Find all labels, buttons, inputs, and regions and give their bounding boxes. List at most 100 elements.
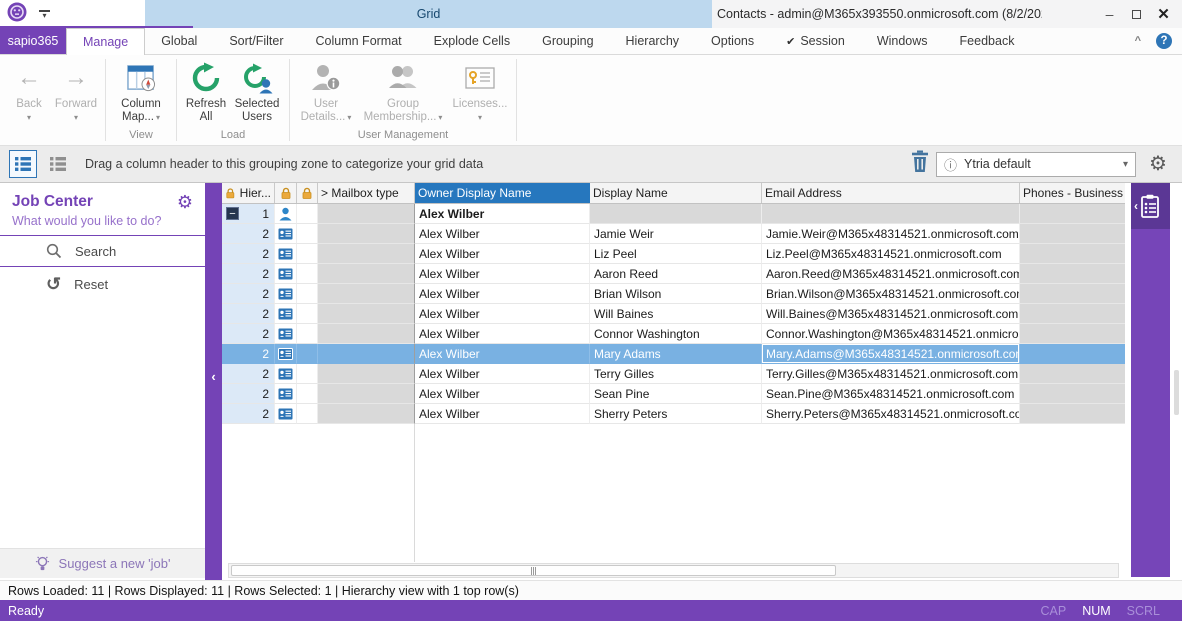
ribbon-separator [176, 59, 177, 141]
column-header-mailbox-type[interactable]: > Mailbox type [318, 183, 415, 203]
close-button[interactable]: ✕ [1150, 0, 1177, 28]
ribbon-collapse-icon[interactable]: ^ [1135, 35, 1141, 47]
grid-row[interactable]: 2 Alex Wilber Connor Washington Connor.W… [222, 324, 1125, 344]
row-email: Sean.Pine@M365x48314521.onmicrosoft.com [762, 384, 1020, 404]
column-header-display-name[interactable]: Display Name [590, 183, 762, 203]
grid-row[interactable]: 2 Alex Wilber Mary Adams Mary.Adams@M365… [222, 344, 1125, 364]
selected-users-label-1: Selected [235, 98, 280, 111]
tab-session[interactable]: ✔Session [770, 28, 861, 54]
grid-row[interactable]: 2 Alex Wilber Terry Gilles Terry.Gilles@… [222, 364, 1125, 384]
tab-sapio365[interactable]: sapio365 [0, 28, 66, 54]
job-center-collapse-strip[interactable]: ‹ [205, 183, 222, 580]
column-header-locked-2[interactable] [297, 183, 318, 203]
grid-row[interactable]: 2 Alex Wilber Aaron Reed Aaron.Reed@M365… [222, 264, 1125, 284]
grid-group-row[interactable]: − 1 Alex Wilber [222, 204, 1125, 224]
tab-label: Grouping [542, 34, 593, 48]
lock-icon [225, 187, 236, 200]
row-display: Mary Adams [590, 344, 762, 364]
selected-users-label-2: Users [242, 111, 272, 124]
reset-icon: ↺ [46, 275, 61, 293]
licenses-label: Licenses... [453, 98, 508, 111]
contact-card-icon [278, 288, 293, 300]
tab-label: Manage [83, 35, 128, 49]
ribbon-group-label-user-management: User Management [295, 126, 511, 145]
column-map-button[interactable]: Column Map...▾ [111, 56, 171, 124]
job-center-search[interactable]: Search [0, 236, 205, 266]
grid-header-row: Hier... > Mailbox type Owner Display Nam… [222, 183, 1125, 204]
job-center-reset[interactable]: ↺ Reset [0, 267, 205, 301]
grid-settings-button[interactable]: ⚙ [1143, 150, 1173, 178]
right-panel-header[interactable]: ‹ [1131, 183, 1170, 229]
tab-sort-filter[interactable]: Sort/Filter [213, 28, 299, 54]
maximize-button[interactable] [1123, 0, 1150, 28]
tab-hierarchy[interactable]: Hierarchy [610, 28, 696, 54]
row-display: Jamie Weir [590, 224, 762, 244]
contact-card-icon [278, 248, 293, 260]
user-details-button[interactable]: User Details...▾ [295, 56, 357, 124]
tab-grouping[interactable]: Grouping [526, 28, 609, 54]
back-button[interactable]: ← Back ▾ [6, 56, 52, 122]
tab-windows[interactable]: Windows [861, 28, 944, 54]
refresh-all-button[interactable]: Refresh All [182, 56, 230, 124]
row-owner: Alex Wilber [415, 404, 590, 424]
row-level: 2 [262, 327, 269, 341]
group-membership-label-2: Membership...▾ [364, 111, 443, 124]
refresh-all-label-1: Refresh [186, 98, 226, 111]
job-center-gear-icon[interactable]: ⚙ [177, 193, 193, 211]
chevron-down-icon: ▾ [1123, 159, 1128, 170]
ribbon-separator [516, 59, 517, 141]
quick-access-dropdown-icon[interactable] [39, 10, 50, 19]
suggest-job-button[interactable]: Suggest a new 'job' [0, 548, 205, 578]
column-header-email-address[interactable]: Email Address [762, 183, 1020, 203]
grid-preset-value: Ytria default [964, 157, 1031, 171]
selected-users-button[interactable]: Selected Users [230, 56, 284, 124]
hierarchy-view-toggle[interactable] [9, 150, 37, 178]
grid-row[interactable]: 2 Alex Wilber Liz Peel Liz.Peel@M365x483… [222, 244, 1125, 264]
collapse-row-icon[interactable]: − [226, 207, 239, 220]
minimize-button[interactable]: – [1096, 0, 1123, 28]
dropdown-arrow-icon: ▾ [438, 113, 442, 122]
horizontal-scrollbar-thumb[interactable] [231, 565, 836, 576]
contact-card-icon [278, 348, 293, 360]
grid-row[interactable]: 2 Alex Wilber Jamie Weir Jamie.Weir@M365… [222, 224, 1125, 244]
row-owner: Alex Wilber [415, 224, 590, 244]
title-bar: Grid Contacts - admin@M365x393550.onmicr… [0, 0, 1182, 28]
help-icon[interactable]: ? [1156, 33, 1172, 49]
ribbon-group-user-management: User Details...▾ Group Membership...▾ Li… [293, 55, 513, 145]
tab-label: Column Format [316, 34, 402, 48]
column-header-owner-display-name[interactable]: Owner Display Name [415, 183, 590, 203]
app-logo-icon[interactable] [7, 2, 27, 27]
group-membership-button[interactable]: Group Membership...▾ [357, 56, 449, 124]
dropdown-arrow-icon: ▾ [74, 113, 78, 122]
grid-row[interactable]: 2 Alex Wilber Sean Pine Sean.Pine@M365x4… [222, 384, 1125, 404]
tab-column-format[interactable]: Column Format [300, 28, 418, 54]
contact-card-icon [278, 268, 293, 280]
delete-preset-button[interactable] [911, 150, 929, 178]
horizontal-scrollbar[interactable] [228, 563, 1119, 578]
tab-feedback[interactable]: Feedback [944, 28, 1031, 54]
bottom-status-bar: Ready CAP NUM SCRL [0, 600, 1182, 621]
forward-button[interactable]: → Forward ▾ [52, 56, 100, 122]
flat-view-toggle[interactable] [44, 150, 72, 178]
tab-explode-cells[interactable]: Explode Cells [418, 28, 526, 54]
row-email: Sherry.Peters@M365x48314521.onmicrosoft.… [762, 404, 1020, 424]
data-grid: Hier... > Mailbox type Owner Display Nam… [222, 183, 1125, 580]
column-header-locked-1[interactable] [275, 183, 297, 203]
row-owner: Alex Wilber [415, 364, 590, 384]
reset-label: Reset [74, 277, 108, 292]
row-level: 2 [262, 267, 269, 281]
licenses-button[interactable]: Licenses... ▾ [449, 56, 511, 122]
tab-manage[interactable]: Manage [66, 28, 145, 55]
grid-preset-select[interactable]: ⓘ Ytria default ▾ [936, 152, 1136, 177]
grid-row[interactable]: 2 Alex Wilber Brian Wilson Brian.Wilson@… [222, 284, 1125, 304]
suggest-job-label: Suggest a new 'job' [59, 556, 171, 571]
tab-options[interactable]: Options [695, 28, 770, 54]
grid-row[interactable]: 2 Alex Wilber Sherry Peters Sherry.Peter… [222, 404, 1125, 424]
column-header-hierarchy[interactable]: Hier... [222, 183, 275, 203]
row-email: Liz.Peel@M365x48314521.onmicrosoft.com [762, 244, 1020, 264]
tab-global[interactable]: Global [145, 28, 213, 54]
chevron-left-icon: ‹ [1131, 199, 1140, 213]
column-header-phones-business[interactable]: Phones - Business [1020, 183, 1125, 203]
grid-row[interactable]: 2 Alex Wilber Will Baines Will.Baines@M3… [222, 304, 1125, 324]
vertical-scrollbar-thumb[interactable] [1174, 370, 1179, 415]
